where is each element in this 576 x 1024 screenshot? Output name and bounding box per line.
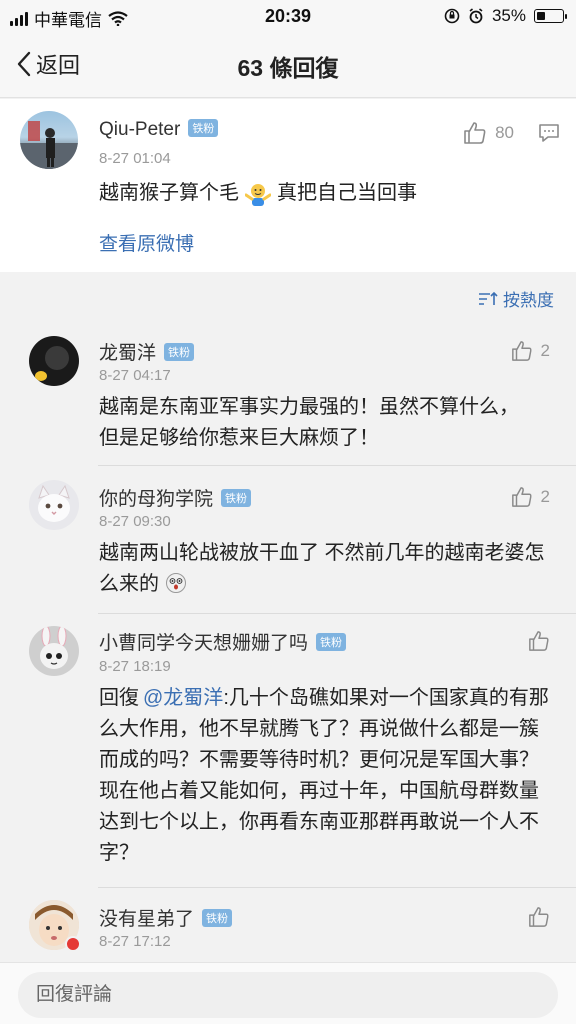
post-time: 8-27 01:04: [99, 150, 171, 167]
dark-photo-icon: [35, 346, 69, 381]
status-bar: 中華電信 20:39 35%: [0, 0, 576, 32]
red-badge-icon: [65, 936, 81, 952]
thumbs-up-icon: [529, 907, 549, 927]
comment-author-name[interactable]: 没有星弟了: [99, 909, 194, 930]
comment-time: 8-27 18:19: [99, 658, 171, 675]
avatar[interactable]: [29, 626, 79, 676]
page-title: 63 條回復: [237, 55, 339, 81]
comment-author-name[interactable]: 龙蜀洋: [99, 343, 156, 364]
battery-percent: 35%: [491, 6, 526, 25]
bottom-bar: 回復評論: [0, 962, 576, 1024]
main-post: Qiu-Peter 铁粉 8-27 01:04 越南猴子算个毛 真把自己当回事 查…: [0, 99, 576, 272]
comment-time: 8-27 04:17: [99, 367, 171, 384]
comment-like-button[interactable]: [528, 906, 550, 928]
mention-link[interactable]: @龙蜀洋: [143, 687, 223, 709]
comment-like-button[interactable]: 2: [511, 486, 550, 508]
comment-author-name[interactable]: 你的母狗学院: [99, 489, 213, 510]
thumbs-up-icon: [511, 341, 532, 361]
shocked-emoji-icon: [165, 573, 186, 593]
comment-text-body: :几十个岛礁如果对一个国家真的有那么大作用，他不早就腾飞了？再说做什么都是一簇而…: [99, 687, 549, 864]
comment-item: 没有星弟了 铁粉 8-27 17:12: [0, 888, 576, 962]
thumbs-up-icon: [464, 122, 486, 144]
avatar[interactable]: [29, 336, 79, 386]
comment-like-count: 2: [540, 341, 550, 360]
fan-badge: 铁粉: [221, 489, 252, 507]
reply-prefix: 回復: [99, 687, 139, 709]
post-author-name[interactable]: Qiu-Peter: [99, 119, 180, 140]
fan-badge: 铁粉: [188, 119, 219, 137]
bunny-hat-photo-icon: [40, 626, 68, 669]
post-content: 越南猴子算个毛 真把自己当回事: [99, 178, 417, 209]
avatar[interactable]: [29, 480, 79, 530]
sort-label: 按熱度: [503, 291, 554, 310]
cat-photo-icon: [38, 484, 70, 522]
avatar[interactable]: [20, 111, 78, 169]
rotation-lock-icon: [444, 8, 460, 24]
comment-icon[interactable]: [538, 123, 560, 143]
thumbs-up-icon: [529, 631, 549, 651]
comment-like-count: 2: [540, 487, 550, 506]
shrug-emoji-icon: [245, 183, 271, 206]
person-photo-icon: [20, 121, 78, 169]
post-text-part1: 越南猴子算个毛: [99, 182, 239, 204]
comment-item: 龙蜀洋 铁粉 8-27 04:17 越南是东南亚军事实力最强的！虽然不算什么，但是…: [0, 324, 576, 466]
alarm-icon: [469, 8, 483, 24]
avatar[interactable]: [29, 900, 81, 952]
view-original-link[interactable]: 查看原微博: [99, 229, 194, 256]
fan-badge: 铁粉: [316, 633, 347, 651]
comment-text: 越南是东南亚军事实力最强的！虽然不算什么，但是足够给你惹来巨大麻烦了！: [99, 396, 519, 449]
comment-text: 越南两山轮战被放干血了 不然前几年的越南老婆怎么来的: [99, 538, 549, 600]
thumbs-up-icon: [511, 487, 532, 507]
post-like-count: 80: [495, 123, 514, 142]
post-text-part2: 真把自己当回事: [277, 182, 417, 204]
comment-like-button[interactable]: 2: [511, 340, 550, 362]
sort-row: 按熱度: [0, 272, 576, 324]
sort-icon: [479, 291, 498, 305]
comment-time: 8-27 17:12: [99, 933, 171, 950]
fan-badge: 铁粉: [202, 909, 233, 927]
comment-time: 8-27 09:30: [99, 513, 171, 530]
comment-like-button[interactable]: [528, 630, 550, 652]
comment-text: 回復 @龙蜀洋:几十个岛礁如果对一个国家真的有那么大作用，他不早就腾飞了？再说做什…: [99, 683, 551, 869]
reply-comment-input[interactable]: 回復評論: [18, 972, 558, 1018]
fan-badge: 铁粉: [164, 343, 195, 361]
nav-bar: 返回 63 條回復: [0, 32, 576, 98]
battery-icon: [534, 9, 567, 23]
comment-author-name[interactable]: 小曹同学今天想姗姗了吗: [99, 633, 308, 654]
comment-item: 小曹同学今天想姗姗了吗 铁粉 8-27 18:19 回復 @龙蜀洋:几十个岛礁如果对…: [0, 614, 576, 888]
comment-item: 你的母狗学院 铁粉 8-27 09:30 越南两山轮战被放干血了 不然前几年的越南…: [0, 466, 576, 614]
sort-by-hot-button[interactable]: 按熱度: [478, 286, 554, 311]
post-like-button[interactable]: 80: [463, 121, 514, 145]
